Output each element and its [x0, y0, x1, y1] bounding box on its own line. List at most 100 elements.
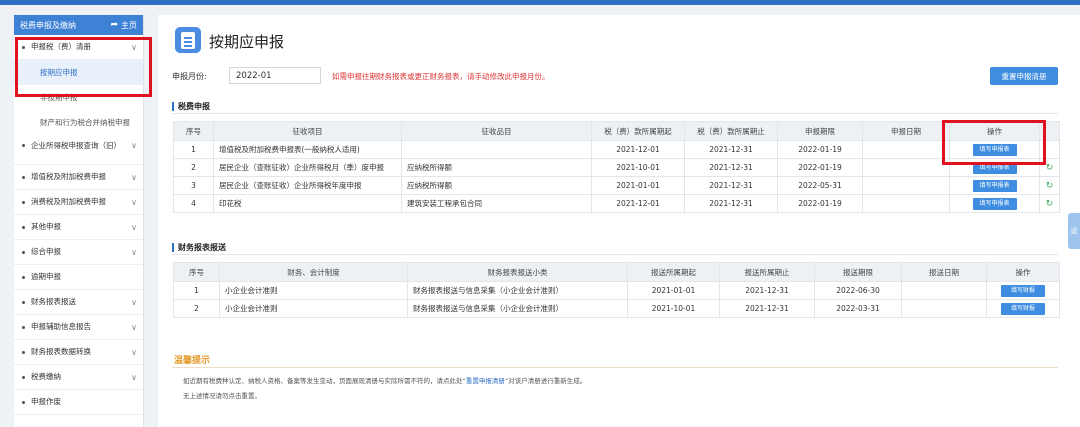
home-link[interactable]: ➦ 主页 — [110, 20, 137, 31]
table-row: 2 居民企业（查账征收）企业所得税月（季）度申报 应纳税所得额 2021-10-… — [173, 158, 1060, 177]
cell-date — [862, 140, 950, 159]
sidebar-item-vat[interactable]: 增值税及附加税费申报 ∨ — [14, 165, 143, 190]
sidebar-item-overdue[interactable]: 逾期申报 — [14, 265, 143, 290]
sidebar-item-aux-info[interactable]: 申报辅助信息报告 ∨ — [14, 315, 143, 340]
bullet-icon — [22, 275, 25, 279]
page-title: 按期应申报 — [209, 33, 285, 51]
month-input[interactable] — [229, 67, 321, 84]
refresh-icon[interactable]: ↻ — [1046, 163, 1054, 173]
sidebar-item-consumption-tax[interactable]: 消费税及附加税费申报 ∨ — [14, 190, 143, 215]
cell-no: 2 — [173, 158, 214, 177]
sidebar-item-label: 财务报表数据转换 — [31, 347, 91, 356]
side-tab[interactable]: 设 — [1068, 213, 1080, 249]
table-header-row: 序号 财务、会计制度 财务报表报送小类 报送所属期起 报送所属期止 报送期限 报… — [173, 262, 1060, 282]
cell-system: 小企业会计准则 — [219, 299, 408, 318]
cell-item: 居民企业（查账征收）企业所得税年度申报 — [213, 176, 402, 195]
cell-no: 3 — [173, 176, 214, 195]
sidebar-item-financial-report[interactable]: 财务报表报送 ∨ — [14, 290, 143, 315]
cell-sub: 财务报表报送与信息采集（小企业会计准则） — [407, 299, 628, 318]
chevron-down-icon: ∨ — [131, 347, 137, 357]
cell-date — [862, 176, 950, 195]
section-title-tax: 税费申报 — [172, 101, 210, 112]
refresh-icon[interactable]: ↻ — [1046, 181, 1054, 191]
sidebar-item-other[interactable]: 其他申报 ∨ — [14, 215, 143, 240]
table-row: 1 小企业会计准则 财务报表报送与信息采集（小企业会计准则） 2021-01-0… — [173, 281, 1060, 300]
column-header: 申报期限 — [777, 121, 863, 141]
column-header: 序号 — [173, 262, 220, 282]
chevron-down-icon: ∨ — [131, 222, 137, 232]
cell-start: 2021-10-01 — [591, 158, 685, 177]
sidebar-item-label: 综合申报 — [31, 247, 61, 256]
cell-item: 增值税及附加税费申报表(一般纳税人适用) — [213, 140, 402, 159]
cell-no: 4 — [173, 194, 214, 213]
chevron-down-icon: ∨ — [131, 247, 137, 257]
back-arrow-icon: ➦ — [110, 20, 118, 30]
notice-text-pre: 如近期有税费种认定、纳税人资格、备案等发生变动，页面展现清册与实际所需不符的，请… — [183, 377, 466, 385]
column-header: 征收品目 — [401, 121, 592, 141]
reset-list-link[interactable]: 重置申报清册 — [466, 377, 505, 385]
section-divider — [172, 113, 1058, 114]
cell-date — [862, 158, 950, 177]
notice-title: 温馨提示 — [174, 356, 211, 366]
top-bar — [0, 0, 1080, 5]
column-header: 税（费）款所属期起 — [591, 121, 685, 141]
chevron-down-icon: ∨ — [131, 141, 137, 150]
cell-end: 2021-12-31 — [719, 281, 815, 300]
cell-start: 2021-12-01 — [591, 194, 685, 213]
fill-form-button[interactable]: 填写申报表 — [972, 179, 1017, 192]
sidebar-item-comprehensive[interactable]: 综合申报 ∨ — [14, 240, 143, 265]
cell-refresh: ↻ — [1039, 176, 1060, 195]
column-header: 报送期限 — [814, 262, 902, 282]
cell-start: 2021-01-01 — [591, 176, 685, 195]
column-header: 税（费）款所属期止 — [684, 121, 778, 141]
chevron-down-icon: ∨ — [131, 322, 137, 332]
cell-deadline: 2022-01-19 — [777, 158, 863, 177]
column-header: 序号 — [173, 121, 214, 141]
month-label: 申报月份: — [172, 72, 207, 81]
bullet-icon — [22, 144, 25, 147]
cell-sub: 应纳税所得额 — [401, 176, 592, 195]
column-header: 报送所属期起 — [627, 262, 720, 282]
sidebar-item-data-convert[interactable]: 财务报表数据转换 ∨ — [14, 340, 143, 365]
fill-report-button[interactable]: 填写财报 — [1001, 302, 1045, 315]
cell-date — [901, 299, 987, 318]
fill-report-button[interactable]: 填写财报 — [1001, 284, 1045, 297]
cell-start: 2021-10-01 — [627, 299, 720, 318]
sidebar-subitem-property-tax[interactable]: 财产和行为税合并纳税申报 — [14, 110, 143, 135]
highlight-box-action — [942, 120, 1046, 165]
cell-action: 填写申报表 — [949, 176, 1040, 195]
cell-start: 2021-01-01 — [627, 281, 720, 300]
sidebar-item-income-tax-query[interactable]: 企业所得税申报查询（旧） ∨ — [14, 135, 143, 165]
bullet-icon — [22, 250, 25, 254]
cell-sub: 应纳税所得额 — [401, 158, 592, 177]
sidebar-item-label: 增值税及附加税费申报 — [31, 172, 106, 181]
cell-item: 居民企业（查账征收）企业所得税月（季）度申报 — [213, 158, 402, 177]
bullet-icon — [22, 200, 25, 204]
sidebar-item-tax-payment[interactable]: 税费缴纳 ∨ — [14, 365, 143, 390]
cell-no: 1 — [173, 281, 220, 300]
bullet-icon — [22, 175, 25, 179]
notice-text-post: ”对该户清册进行重新生成。 — [504, 377, 587, 385]
reset-list-button[interactable]: 重置申报清册 — [990, 67, 1058, 85]
table-row: 1 增值税及附加税费申报表(一般纳税人适用) 2021-12-01 2021-1… — [173, 140, 1060, 159]
sidebar-title: 税费申报及缴纳 — [20, 20, 76, 30]
refresh-icon[interactable]: ↻ — [1046, 199, 1054, 209]
column-header: 报送日期 — [901, 262, 987, 282]
bullet-icon — [22, 400, 25, 404]
cell-date — [901, 281, 987, 300]
column-header: 财务报表报送小类 — [407, 262, 628, 282]
sidebar-item-label: 税费缴纳 — [31, 372, 61, 381]
column-header: 征收项目 — [213, 121, 402, 141]
fill-form-button[interactable]: 填写申报表 — [972, 197, 1017, 210]
table-header-row: 序号 征收项目 征收品目 税（费）款所属期起 税（费）款所属期止 申报期限 申报… — [173, 121, 1060, 141]
chevron-down-icon: ∨ — [131, 297, 137, 307]
section-title-report: 财务报表报送 — [172, 242, 226, 253]
sidebar-item-void[interactable]: 申报作废 — [14, 390, 143, 415]
cell-date — [862, 194, 950, 213]
bullet-icon — [22, 375, 25, 379]
cell-no: 2 — [173, 299, 220, 318]
sidebar-item-label: 其他申报 — [31, 222, 61, 231]
notice-line-2: 无上述情况请勿点击重置。 — [183, 392, 261, 400]
sidebar-item-label: 财务报表报送 — [31, 297, 76, 306]
document-icon — [175, 27, 201, 53]
